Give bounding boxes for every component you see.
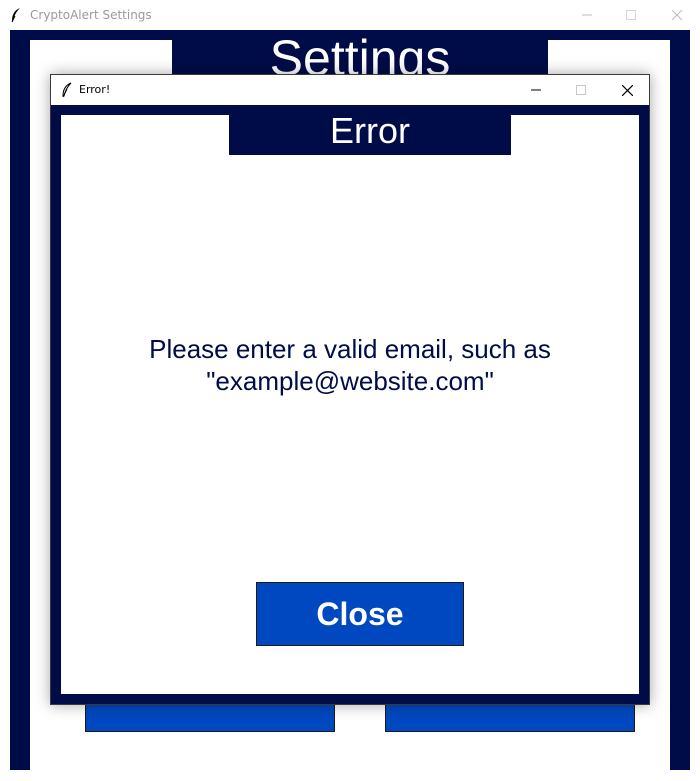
minimize-icon (582, 14, 592, 16)
maximize-icon (576, 85, 586, 95)
dialog-titlebar[interactable]: Error! (51, 75, 649, 105)
error-message-line-2: "example@website.com" (206, 366, 494, 396)
close-button[interactable]: Close (256, 582, 464, 646)
feather-icon (11, 8, 20, 23)
main-close-button[interactable] (654, 0, 700, 30)
error-message: Please enter a valid email, such as "exa… (91, 333, 609, 397)
main-maximize-button[interactable] (608, 0, 654, 30)
main-window-title: CryptoAlert Settings (30, 8, 152, 22)
minimize-icon (531, 89, 541, 91)
dialog-title: Error! (79, 83, 111, 96)
dialog-close-button[interactable] (604, 75, 650, 105)
maximize-icon (626, 10, 636, 20)
close-icon (621, 84, 633, 96)
dialog-heading-box: Error (229, 110, 511, 155)
dialog-heading: Error (330, 110, 410, 151)
main-left-button[interactable] (85, 702, 335, 732)
dialog-content-panel: Error Please enter a valid email, such a… (61, 110, 639, 694)
feather-icon (62, 82, 72, 98)
error-dialog: Error! Error Please enter a valid email, (50, 74, 650, 705)
close-icon (672, 10, 682, 20)
main-bottom-margin (0, 770, 700, 781)
dialog-maximize-button[interactable] (558, 75, 604, 105)
dialog-body: Error Please enter a valid email, such a… (51, 105, 649, 704)
main-minimize-button[interactable] (564, 0, 610, 30)
main-window-titlebar[interactable]: CryptoAlert Settings (0, 0, 700, 30)
main-right-button[interactable] (385, 702, 635, 732)
dialog-minimize-button[interactable] (513, 75, 559, 105)
error-message-line-1: Please enter a valid email, such as (149, 334, 551, 364)
